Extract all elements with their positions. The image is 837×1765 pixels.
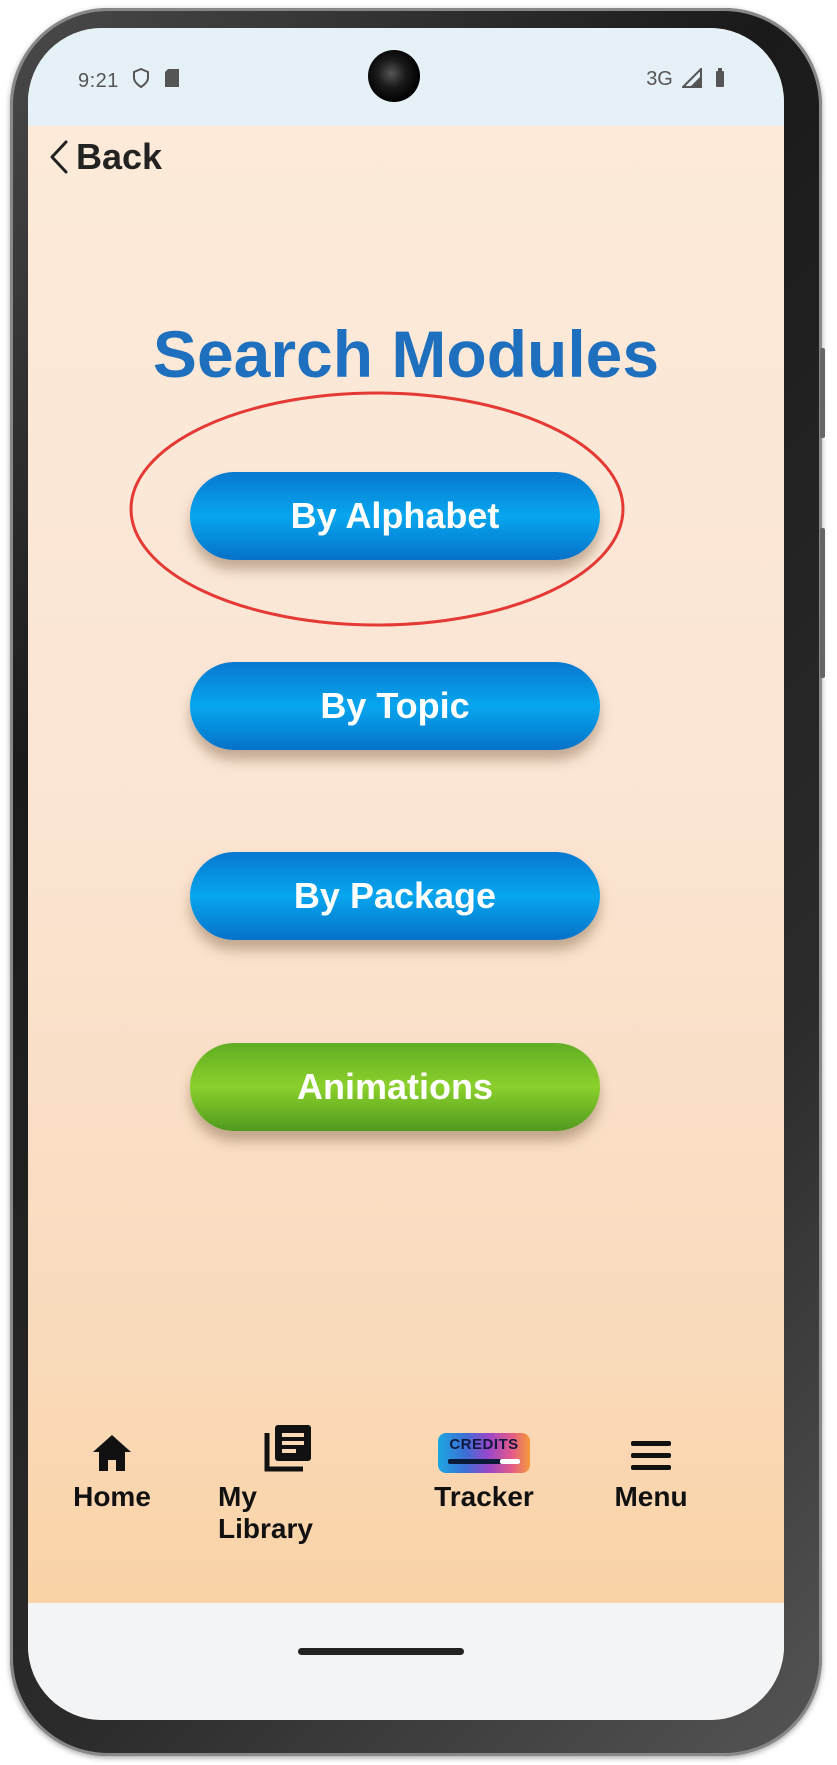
page-title: Search Modules bbox=[152, 317, 660, 391]
sim-card-icon bbox=[164, 68, 180, 94]
chevron-left-icon bbox=[50, 140, 68, 174]
hamburger-menu-icon bbox=[631, 1441, 671, 1470]
tab-tracker[interactable]: CREDITS Tracker bbox=[432, 1411, 536, 1513]
tab-home[interactable]: Home bbox=[68, 1411, 156, 1513]
animations-button[interactable]: Animations bbox=[190, 1043, 600, 1131]
back-button[interactable]: Back bbox=[48, 136, 162, 178]
shield-icon bbox=[132, 67, 150, 94]
tab-label: Menu bbox=[614, 1481, 688, 1512]
home-icon bbox=[93, 1435, 131, 1471]
battery-icon bbox=[716, 68, 724, 87]
status-time: 9:21 bbox=[78, 70, 119, 92]
screen: 9:21 3G Back Search Modules By Alphabet … bbox=[28, 28, 784, 1720]
library-icon bbox=[264, 1425, 311, 1472]
credits-badge: CREDITS bbox=[449, 1436, 519, 1453]
tab-menu[interactable]: Menu bbox=[606, 1411, 696, 1513]
status-bar: 9:21 3G bbox=[28, 28, 784, 126]
back-label: Back bbox=[76, 136, 163, 177]
status-network: 3G bbox=[646, 66, 726, 91]
volume-button bbox=[820, 348, 825, 438]
tab-label: My Library bbox=[218, 1481, 313, 1544]
by-topic-button[interactable]: By Topic bbox=[190, 662, 600, 750]
tab-label: Home bbox=[73, 1481, 151, 1512]
signal-icon bbox=[681, 66, 703, 88]
front-camera bbox=[368, 50, 420, 102]
tab-label: Tracker bbox=[434, 1481, 534, 1512]
network-type: 3G bbox=[646, 68, 673, 90]
credits-progress-bar bbox=[448, 1459, 520, 1464]
by-package-button[interactable]: By Package bbox=[190, 852, 600, 940]
by-alphabet-button[interactable]: By Alphabet bbox=[190, 472, 600, 560]
bottom-tab-bar: Home My Library CREDITS Tracker Menu bbox=[28, 1383, 784, 1553]
tab-my-library[interactable]: My Library bbox=[218, 1411, 358, 1545]
power-button bbox=[820, 528, 825, 678]
home-indicator[interactable] bbox=[298, 1648, 464, 1655]
system-nav-bar bbox=[28, 1603, 784, 1720]
credits-tracker-icon: CREDITS bbox=[438, 1433, 530, 1473]
